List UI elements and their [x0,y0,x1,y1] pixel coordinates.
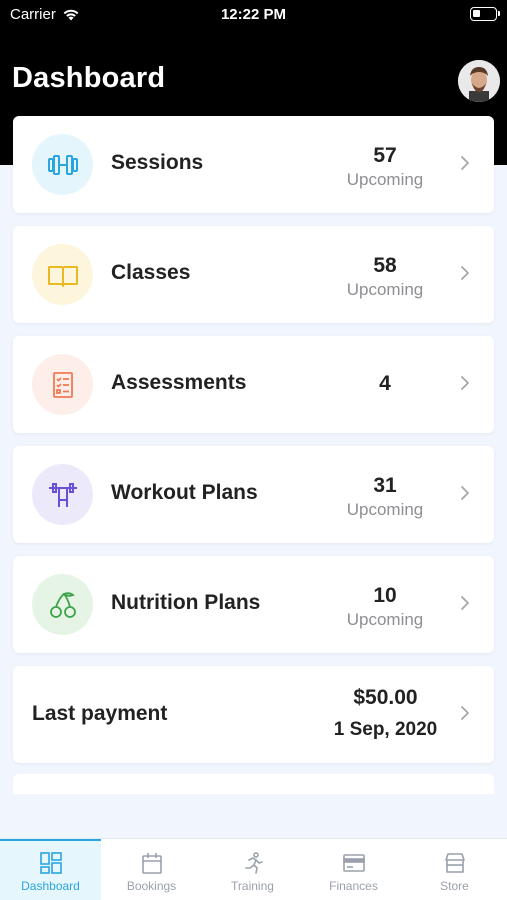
nutrition-plans-icon-badge [32,574,93,635]
classes-icon-badge [32,244,93,305]
clock: 12:22 PM [220,6,287,23]
assessments-icon-badge [32,354,93,415]
chevron-right-icon [461,376,469,390]
workout-plans-sub: Upcoming [346,500,424,519]
last-payment-date: 1 Sep, 2020 [333,719,438,740]
classes-count: 58 [373,254,397,277]
profile-photo [458,60,500,102]
partial-card [13,774,494,794]
tab-training-label: Training [231,879,274,893]
assessments-count: 4 [379,372,391,395]
cherries-icon [49,591,76,618]
battery-level [473,10,480,17]
tab-bar: Dashboard Bookings Training Finances Sto… [0,838,507,900]
assessments-label: Assessments [111,371,247,394]
tab-finances-label: Finances [329,879,378,893]
avatar[interactable] [458,60,500,102]
classes-sub: Upcoming [346,280,424,299]
tab-dashboard-label: Dashboard [21,879,80,893]
nutrition-plans-card[interactable]: Nutrition Plans 10 Upcoming [13,556,494,653]
sessions-icon-badge [32,134,93,195]
chevron-right-icon [461,266,469,280]
chevron-right-icon [461,706,469,720]
nutrition-plans-count: 10 [373,584,397,607]
tab-finances[interactable]: Finances [303,839,404,900]
dumbbell-icon [47,154,78,175]
credit-card-icon [342,854,365,872]
last-payment-card[interactable]: Last payment $50.00 1 Sep, 2020 [13,666,494,763]
tab-bookings-label: Bookings [126,879,177,893]
tab-dashboard[interactable]: Dashboard [0,839,101,900]
nutrition-plans-label: Nutrition Plans [111,591,261,614]
last-payment-label: Last payment [32,702,168,725]
tab-training[interactable]: Training [202,839,303,900]
classes-card[interactable]: Classes 58 Upcoming [13,226,494,323]
sessions-label: Sessions [111,151,204,174]
workout-plans-card[interactable]: Workout Plans 31 Upcoming [13,446,494,543]
chevron-right-icon [461,156,469,170]
sessions-sub: Upcoming [346,170,424,189]
workout-plans-label: Workout Plans [111,481,258,504]
chevron-right-icon [461,486,469,500]
assessments-card[interactable]: Assessments 4 [13,336,494,433]
book-icon [47,265,78,287]
page-title: Dashboard [12,62,166,94]
dashboard-icon [39,852,62,874]
classes-label: Classes [111,261,191,284]
checklist-icon [52,371,73,398]
battery-icon [470,7,500,21]
barbell-icon [48,482,77,507]
workout-plans-count: 31 [373,474,397,497]
store-icon [444,853,465,873]
running-icon [244,852,263,874]
calendar-icon [141,853,162,874]
tab-store-label: Store [440,879,469,893]
chevron-right-icon [461,596,469,610]
last-payment-amount: $50.00 [353,686,418,709]
tab-store[interactable]: Store [404,839,505,900]
tab-bookings[interactable]: Bookings [101,839,202,900]
nutrition-plans-sub: Upcoming [346,610,424,629]
sessions-count: 57 [373,144,397,167]
status-bar: Carrier 12:22 PM [0,0,507,30]
sessions-card[interactable]: Sessions 57 Upcoming [13,116,494,213]
workout-plans-icon-badge [32,464,93,525]
